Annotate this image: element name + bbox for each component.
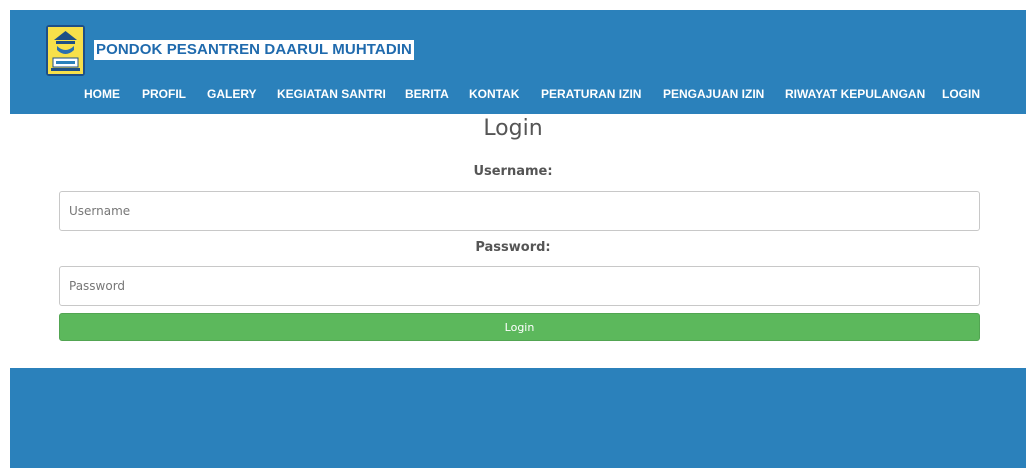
nav-item-berita[interactable]: BERITA	[405, 86, 449, 102]
nav-item-pengajuan-izin[interactable]: PENGAJUAN IZIN	[663, 86, 764, 102]
site-footer	[10, 368, 1026, 468]
login-button[interactable]: Login	[59, 313, 980, 341]
username-input[interactable]	[59, 191, 980, 231]
nav-item-kegiatan-santri[interactable]: KEGIATAN SANTRI	[277, 86, 386, 102]
pesantren-emblem-icon	[46, 25, 85, 76]
login-title: Login	[483, 116, 543, 141]
site-brand-title: PONDOK PESANTREN DAARUL MUHTADIN	[94, 40, 414, 60]
password-input[interactable]	[59, 266, 980, 306]
nav-item-riwayat-kepulangan[interactable]: RIWAYAT KEPULANGAN	[785, 86, 925, 102]
nav-item-login[interactable]: LOGIN	[942, 86, 980, 102]
nav-item-galery[interactable]: GALERY	[207, 86, 257, 102]
nav-item-profil[interactable]: PROFIL	[142, 86, 186, 102]
nav-item-home[interactable]: HOME	[84, 86, 120, 102]
username-label: Username:	[473, 164, 553, 179]
site-header: PONDOK PESANTREN DAARUL MUHTADIN HOME PR…	[10, 10, 1026, 114]
nav-item-peraturan-izin[interactable]: PERATURAN IZIN	[541, 86, 641, 102]
nav-item-kontak[interactable]: KONTAK	[469, 86, 519, 102]
main-nav: HOME PROFIL GALERY KEGIATAN SANTRI BERIT…	[10, 86, 1026, 102]
password-label: Password:	[475, 240, 551, 255]
